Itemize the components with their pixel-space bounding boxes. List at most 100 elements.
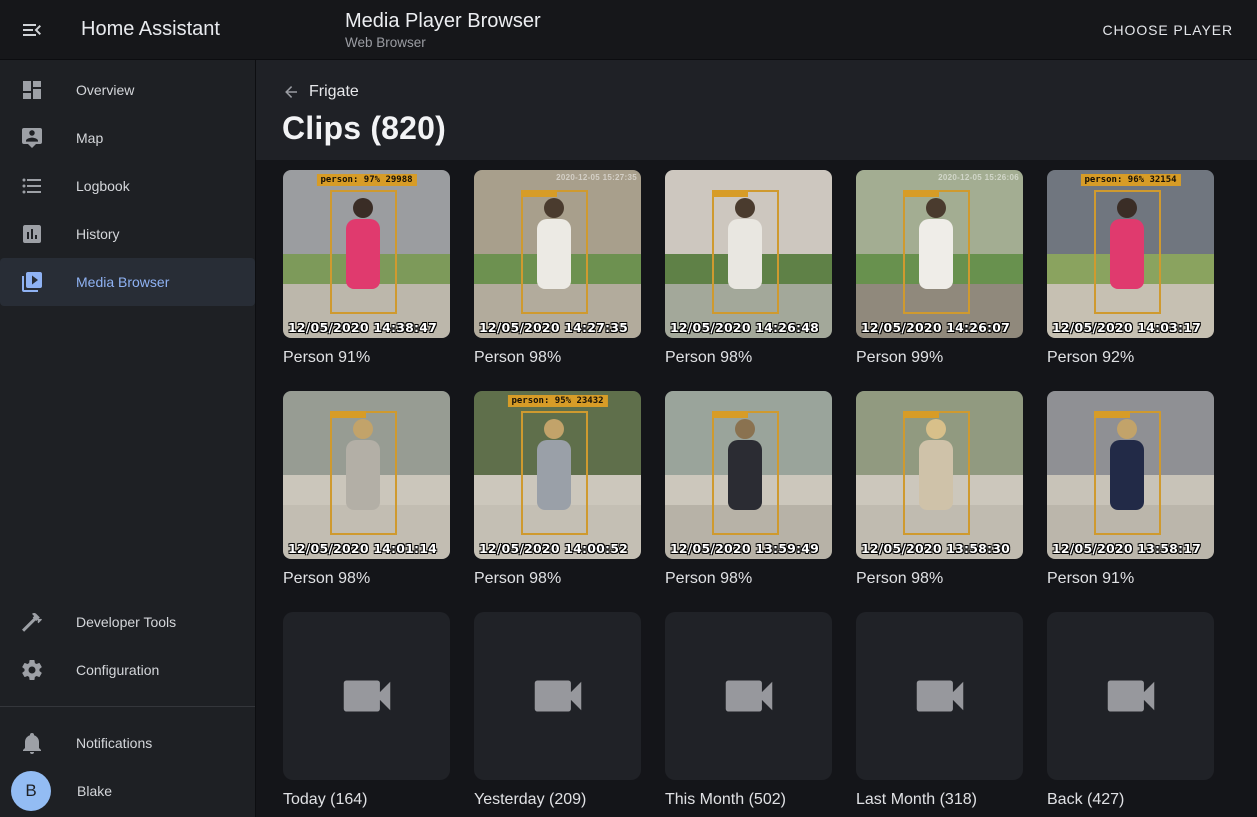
folder-card-last-month[interactable]: Last Month (318)	[856, 612, 1023, 812]
clip-thumbnail[interactable]: person: 96% 32154 12/05/2020 14:03:17	[1047, 170, 1214, 338]
video-icon	[336, 665, 398, 727]
clip-thumbnail[interactable]: 2020-12-05 15:27:35 12/05/2020 14:27:35	[474, 170, 641, 338]
sidebar-item-label: History	[76, 226, 120, 242]
sidebar-item-notifications[interactable]: Notifications	[0, 719, 255, 767]
sidebar-item-media-browser[interactable]: Media Browser	[0, 258, 255, 306]
sidebar-item-label: Logbook	[76, 178, 130, 194]
clip-card[interactable]: 12/05/2020 13:58:30 Person 98%	[856, 391, 1023, 591]
person-silhouette-body	[346, 440, 380, 510]
detection-tag: person: 97% 29988	[316, 174, 416, 186]
detection-bounding-box	[521, 411, 588, 535]
detection-tag: person: 96% 32154	[1080, 174, 1180, 186]
tooltip-account-icon	[20, 126, 44, 150]
clip-caption: Person 98%	[283, 567, 450, 591]
avatar: B	[11, 771, 51, 811]
sidebar-item-configuration[interactable]: Configuration	[0, 646, 255, 694]
folder-label: Last Month (318)	[856, 788, 1023, 812]
hammer-icon	[20, 610, 44, 634]
detection-mini-tag	[330, 411, 366, 418]
folder-thumbnail[interactable]	[665, 612, 832, 780]
sidebar-spacer	[0, 306, 255, 598]
clip-card[interactable]: 12/05/2020 13:58:17 Person 91%	[1047, 391, 1214, 591]
person-silhouette-head	[544, 419, 564, 439]
clip-thumbnail[interactable]: 12/05/2020 13:58:30	[856, 391, 1023, 559]
sidebar-item-label: Overview	[76, 82, 134, 98]
sidebar-item-label: Developer Tools	[76, 614, 176, 630]
clip-thumbnail[interactable]: person: 95% 23432 12/05/2020 14:00:52	[474, 391, 641, 559]
sidebar-item-developer-tools[interactable]: Developer Tools	[0, 598, 255, 646]
sidebar-item-label: Configuration	[76, 662, 159, 678]
person-silhouette-body	[728, 219, 762, 289]
sidebar-item-user-profile[interactable]: B Blake	[0, 767, 255, 815]
folder-label: This Month (502)	[665, 788, 832, 812]
camera-osd-timestamp: 2020-12-05 15:27:35	[556, 173, 637, 182]
sidebar-item-logbook[interactable]: Logbook	[0, 162, 255, 210]
clip-caption: Person 98%	[856, 567, 1023, 591]
bell-icon	[20, 731, 44, 755]
clip-thumbnail[interactable]: 12/05/2020 13:58:17	[1047, 391, 1214, 559]
detection-bounding-box	[712, 190, 779, 314]
choose-player-button[interactable]: CHOOSE PLAYER	[1095, 14, 1241, 46]
folder-thumbnail[interactable]	[856, 612, 1023, 780]
clip-card[interactable]: 2020-12-05 15:26:06 12/05/2020 14:26:07 …	[856, 170, 1023, 370]
clip-card[interactable]: 12/05/2020 14:26:48 Person 98%	[665, 170, 832, 370]
detection-bounding-box	[1094, 411, 1161, 535]
person-silhouette-body	[1110, 219, 1144, 289]
clip-caption: Person 91%	[283, 346, 450, 370]
person-silhouette-head	[1117, 419, 1137, 439]
person-silhouette-head	[353, 198, 373, 218]
clip-caption: Person 92%	[1047, 346, 1214, 370]
folder-label: Yesterday (209)	[474, 788, 641, 812]
detection-bounding-box	[903, 411, 970, 535]
detection-mini-tag	[712, 411, 748, 418]
media-grid-area: person: 97% 29988 12/05/2020 14:38:47 Pe…	[256, 160, 1257, 817]
clip-card[interactable]: 2020-12-05 15:27:35 12/05/2020 14:27:35 …	[474, 170, 641, 370]
folder-thumbnail[interactable]	[1047, 612, 1214, 780]
clip-thumbnail[interactable]: person: 97% 29988 12/05/2020 14:38:47	[283, 170, 450, 338]
sidebar-item-label: Media Browser	[76, 274, 169, 290]
folder-label: Today (164)	[283, 788, 450, 812]
clip-card[interactable]: 12/05/2020 14:01:14 Person 98%	[283, 391, 450, 591]
clip-thumbnail[interactable]: 2020-12-05 15:26:06 12/05/2020 14:26:07	[856, 170, 1023, 338]
folder-card-today[interactable]: Today (164)	[283, 612, 450, 812]
arrow-left-icon	[282, 83, 300, 101]
person-silhouette-body	[728, 440, 762, 510]
detection-bounding-box	[330, 190, 397, 314]
clip-timestamp-overlay: 12/05/2020 13:58:30	[861, 541, 1010, 556]
folder-thumbnail[interactable]	[474, 612, 641, 780]
menu-open-icon	[20, 18, 44, 42]
clip-caption: Person 99%	[856, 346, 1023, 370]
folder-card-back[interactable]: Back (427)	[1047, 612, 1214, 812]
person-silhouette-body	[346, 219, 380, 289]
person-silhouette-head	[353, 419, 373, 439]
clip-card[interactable]: person: 97% 29988 12/05/2020 14:38:47 Pe…	[283, 170, 450, 370]
detection-bounding-box	[521, 190, 588, 314]
sidebar-divider	[0, 706, 255, 707]
person-silhouette-body	[1110, 440, 1144, 510]
brand-area: Home Assistant	[0, 6, 256, 54]
breadcrumb[interactable]: Frigate	[282, 80, 359, 104]
clip-timestamp-overlay: 12/05/2020 14:00:52	[479, 541, 628, 556]
sidebar-item-history[interactable]: History	[0, 210, 255, 258]
sidebar-item-overview[interactable]: Overview	[0, 66, 255, 114]
sidebar-item-map[interactable]: Map	[0, 114, 255, 162]
clip-caption: Person 98%	[665, 567, 832, 591]
camera-osd-timestamp: 2020-12-05 15:26:06	[938, 173, 1019, 182]
main-content: Frigate Clips (820) person: 97% 29988	[256, 60, 1257, 817]
app-title: Home Assistant	[81, 18, 220, 41]
clip-card[interactable]: person: 95% 23432 12/05/2020 14:00:52 Pe…	[474, 391, 641, 591]
folder-card-yesterday[interactable]: Yesterday (209)	[474, 612, 641, 812]
clip-thumbnail[interactable]: 12/05/2020 14:26:48	[665, 170, 832, 338]
media-grid: person: 97% 29988 12/05/2020 14:38:47 Pe…	[283, 170, 1243, 812]
clip-card[interactable]: person: 96% 32154 12/05/2020 14:03:17 Pe…	[1047, 170, 1214, 370]
folder-thumbnail[interactable]	[283, 612, 450, 780]
clip-card[interactable]: 12/05/2020 13:59:49 Person 98%	[665, 391, 832, 591]
sidebar-toggle-button[interactable]	[8, 6, 56, 54]
folder-label: Back (427)	[1047, 788, 1214, 812]
clip-thumbnail[interactable]: 12/05/2020 13:59:49	[665, 391, 832, 559]
person-silhouette-body	[537, 440, 571, 510]
person-silhouette-head	[544, 198, 564, 218]
panel-subtitle: Web Browser	[345, 35, 541, 51]
clip-thumbnail[interactable]: 12/05/2020 14:01:14	[283, 391, 450, 559]
folder-card-this-month[interactable]: This Month (502)	[665, 612, 832, 812]
